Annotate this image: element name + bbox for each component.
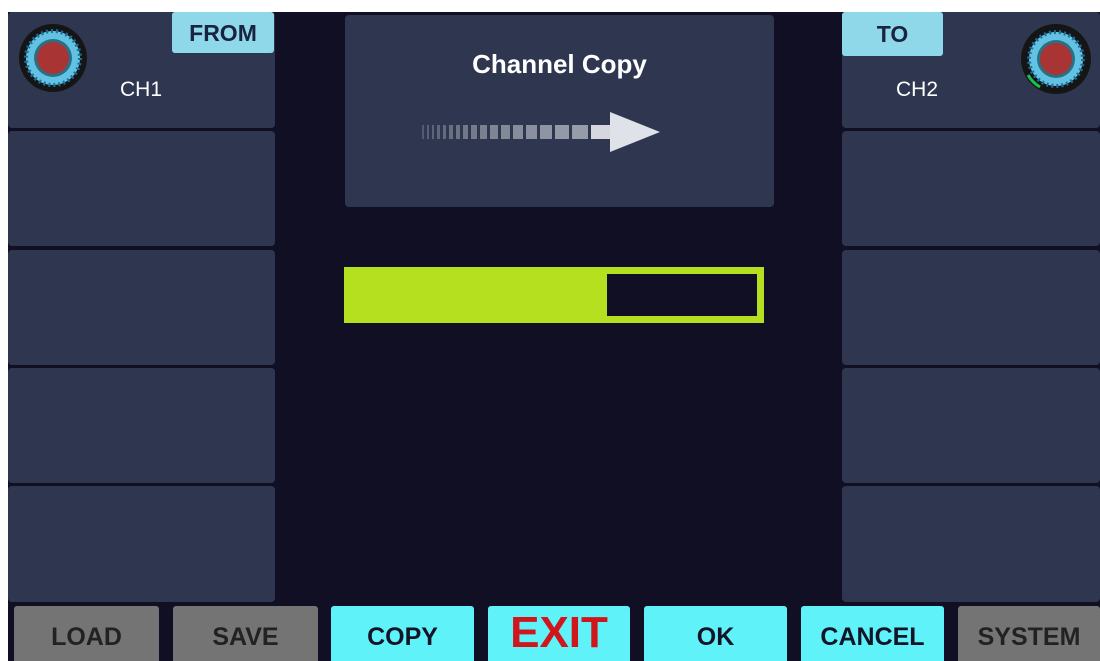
target-channel-label: CH2 xyxy=(896,78,939,101)
target-channel-slot-4[interactable] xyxy=(842,368,1100,483)
progress-bar-remaining xyxy=(607,274,757,316)
source-channel-slot-1[interactable]: FROM CH1 xyxy=(8,12,275,128)
save-button[interactable]: SAVE xyxy=(173,606,318,661)
load-button[interactable]: LOAD xyxy=(14,606,159,661)
copy-direction-panel: Channel Copy xyxy=(345,15,774,207)
source-channel-slot-4[interactable] xyxy=(8,368,275,483)
source-channel-slot-5[interactable] xyxy=(8,486,275,602)
target-channel-slot-3[interactable] xyxy=(842,250,1100,365)
target-channel-slot-5[interactable] xyxy=(842,486,1100,602)
system-button[interactable]: SYSTEM xyxy=(958,606,1100,661)
source-knob-icon[interactable] xyxy=(18,23,88,93)
cancel-button[interactable]: CANCEL xyxy=(801,606,944,661)
target-channel-slot-1[interactable]: TO CH2 xyxy=(842,12,1100,128)
target-channel-slot-2[interactable] xyxy=(842,131,1100,246)
exit-button[interactable]: EXIT xyxy=(488,606,630,661)
source-channel-slot-2[interactable] xyxy=(8,131,275,246)
page-title: Channel Copy xyxy=(472,49,647,79)
arrow-right-icon xyxy=(422,112,660,152)
copy-progress-bar xyxy=(344,267,764,323)
target-knob-icon[interactable] xyxy=(1020,23,1092,95)
from-tag: FROM xyxy=(172,12,274,53)
source-channel-label: CH1 xyxy=(120,78,163,101)
channel-copy-screen: FROM CH1 Channel Copy TO CH2 LOAD SAVE C… xyxy=(8,12,1100,661)
copy-button[interactable]: COPY xyxy=(331,606,474,661)
to-tag: TO xyxy=(842,12,943,56)
ok-button[interactable]: OK xyxy=(644,606,787,661)
source-channel-slot-3[interactable] xyxy=(8,250,275,365)
